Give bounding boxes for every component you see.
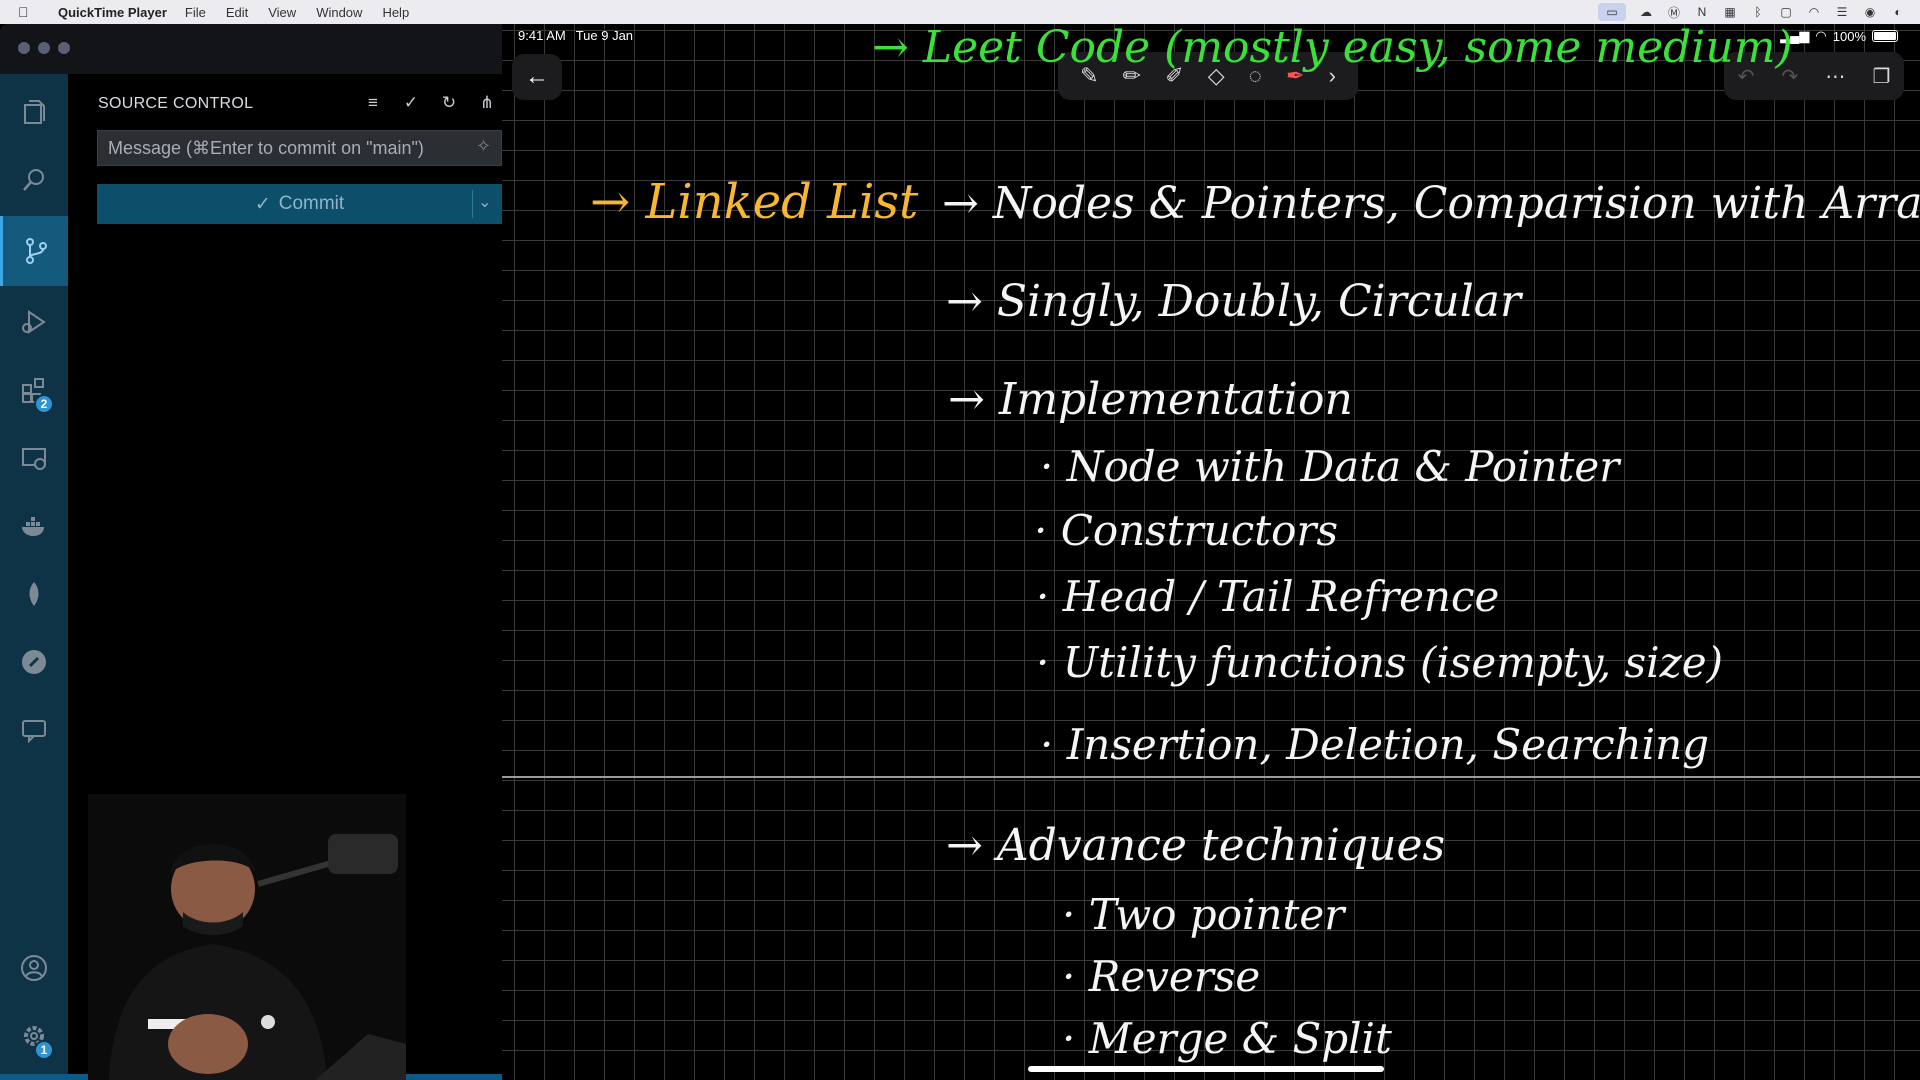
wifi-icon[interactable]: ◠ — [1806, 5, 1822, 19]
page-divider — [502, 776, 1920, 778]
source-control-icon[interactable] — [0, 216, 68, 286]
screen-record-icon[interactable]: ▭ — [1598, 3, 1626, 21]
chevron-down-icon[interactable]: ⌄ — [478, 192, 491, 212]
settings-badge: 1 — [34, 1040, 54, 1060]
run-debug-icon[interactable] — [0, 290, 68, 354]
mongodb-leaf-icon[interactable] — [0, 562, 68, 626]
home-indicator[interactable] — [1028, 1066, 1384, 1072]
battery-percentage: 100% — [1832, 28, 1866, 44]
explorer-icon[interactable] — [0, 80, 68, 144]
back-arrow-button[interactable]: ← — [512, 54, 562, 100]
rocket-icon[interactable] — [0, 630, 68, 694]
ipad-status-right: ▂▄▆ ◠ 100% — [1780, 28, 1898, 44]
account-icon[interactable] — [0, 936, 68, 1000]
app-name-menu[interactable]: QuickTime Player — [58, 5, 167, 20]
note-sub-utility: · Utility functions (isempty, size) — [1036, 638, 1723, 687]
battery-icon — [1872, 30, 1898, 42]
note-sub-insertion: · Insertion, Deletion, Searching — [1040, 720, 1710, 769]
view-as-list-icon[interactable]: ≡ — [362, 92, 384, 114]
panel-title: SOURCE CONTROL — [98, 95, 254, 112]
commit-split-divider — [472, 190, 473, 218]
siri-icon[interactable]: ◉ — [1862, 5, 1878, 19]
docker-icon[interactable] — [0, 494, 68, 558]
extensions-icon[interactable]: 2 — [0, 358, 68, 422]
note-line-types: → Singly, Doubly, Circular — [946, 276, 1522, 327]
menu-view[interactable]: View — [268, 5, 296, 20]
panel-header: SOURCE CONTROL ≡ ✓ ↻ ⋔ ⋯ — [98, 92, 498, 116]
sparkle-icon[interactable]: ✧ — [476, 136, 491, 157]
grid-icon[interactable]: ▦ — [1722, 5, 1738, 19]
remote-explorer-icon[interactable] — [0, 426, 68, 490]
apple-logo-icon[interactable]:  — [18, 4, 40, 20]
vscode-window: 2 1 SOURCE CONTROL ≡ ✓ ↻ ⋔ Message (⌘Ent… — [0, 24, 502, 1080]
minimize-window-button[interactable] — [38, 42, 50, 54]
note-line-nodes: → Nodes & Pointers, Comparision with Arr… — [942, 178, 1920, 229]
circle-m-icon[interactable]: Ⓜ — [1666, 5, 1682, 20]
commit-message-input[interactable] — [97, 130, 502, 166]
menu-window[interactable]: Window — [316, 5, 362, 20]
menu-file[interactable]: File — [185, 5, 206, 20]
panel-actions: ≡ ✓ ↻ ⋔ ⋯ — [362, 92, 502, 114]
zoom-window-button[interactable] — [58, 42, 70, 54]
wifi-icon: ◠ — [1815, 28, 1827, 43]
toggle-icon[interactable]: ◐ — [1890, 5, 1906, 19]
note-sub-reverse: · Reverse — [1062, 952, 1261, 1001]
graph-icon[interactable]: ⋔ — [476, 92, 498, 114]
activity-bar: 2 1 — [0, 74, 68, 1080]
commit-button-label: Commit — [278, 193, 345, 214]
window-controls — [18, 42, 70, 54]
ipad-status-bar: 9:41 AM Tue 9 Jan — [518, 28, 633, 43]
ipad-time: 9:41 AM — [518, 28, 566, 43]
control-center-icon[interactable]: ☰ — [1834, 5, 1850, 19]
note-line-implementation: → Implementation — [948, 374, 1353, 425]
note-sub-constructors: · Constructors — [1034, 506, 1339, 555]
menu-edit[interactable]: Edit — [226, 5, 248, 20]
display-icon[interactable]: ▢ — [1778, 5, 1794, 19]
note-sub-node: · Node with Data & Pointer — [1040, 442, 1620, 491]
note-leetcode: → Leet Code (mostly easy, some medium) — [872, 24, 1793, 73]
more-options-icon[interactable]: ⋯ — [1825, 64, 1845, 89]
note-sub-merge-split: · Merge & Split — [1062, 1014, 1392, 1063]
menu-bar:  QuickTime Player File Edit View Window… — [0, 0, 1920, 24]
n-box-icon[interactable]: N — [1694, 5, 1710, 19]
note-topic-linked-list: → Linked List — [590, 174, 919, 230]
ipad-notes-canvas[interactable]: 9:41 AM Tue 9 Jan ▂▄▆ ◠ 100% ← ✎ ✏ ✐ ◇ ◌… — [502, 24, 1920, 1080]
note-sub-head-tail: · Head / Tail Refrence — [1036, 572, 1500, 621]
commit-check-icon[interactable]: ✓ — [400, 92, 422, 114]
note-sub-two-pointer: · Two pointer — [1062, 890, 1345, 939]
note-line-advance: → Advance techniques — [946, 820, 1446, 871]
menu-help[interactable]: Help — [382, 5, 409, 20]
settings-gear-icon[interactable]: 1 — [0, 1004, 68, 1068]
ipad-date: Tue 9 Jan — [575, 28, 634, 43]
check-icon: ✓ — [254, 193, 271, 215]
close-window-button[interactable] — [18, 42, 30, 54]
menu-extras: ▭ ☁ Ⓜ N ▦ ᛒ ▢ ◠ ☰ ◉ ◐ — [1598, 0, 1906, 24]
search-icon[interactable] — [0, 148, 68, 212]
commit-button[interactable]: ✓ Commit — [97, 184, 502, 224]
refresh-icon[interactable]: ↻ — [438, 92, 460, 114]
webcam-overlay — [88, 794, 406, 1080]
chat-icon[interactable] — [0, 698, 68, 762]
extensions-badge: 2 — [34, 394, 54, 414]
pages-icon[interactable]: ❐ — [1872, 64, 1890, 89]
cloud-icon[interactable]: ☁ — [1638, 5, 1654, 19]
bluetooth-icon[interactable]: ᛒ — [1750, 5, 1766, 19]
